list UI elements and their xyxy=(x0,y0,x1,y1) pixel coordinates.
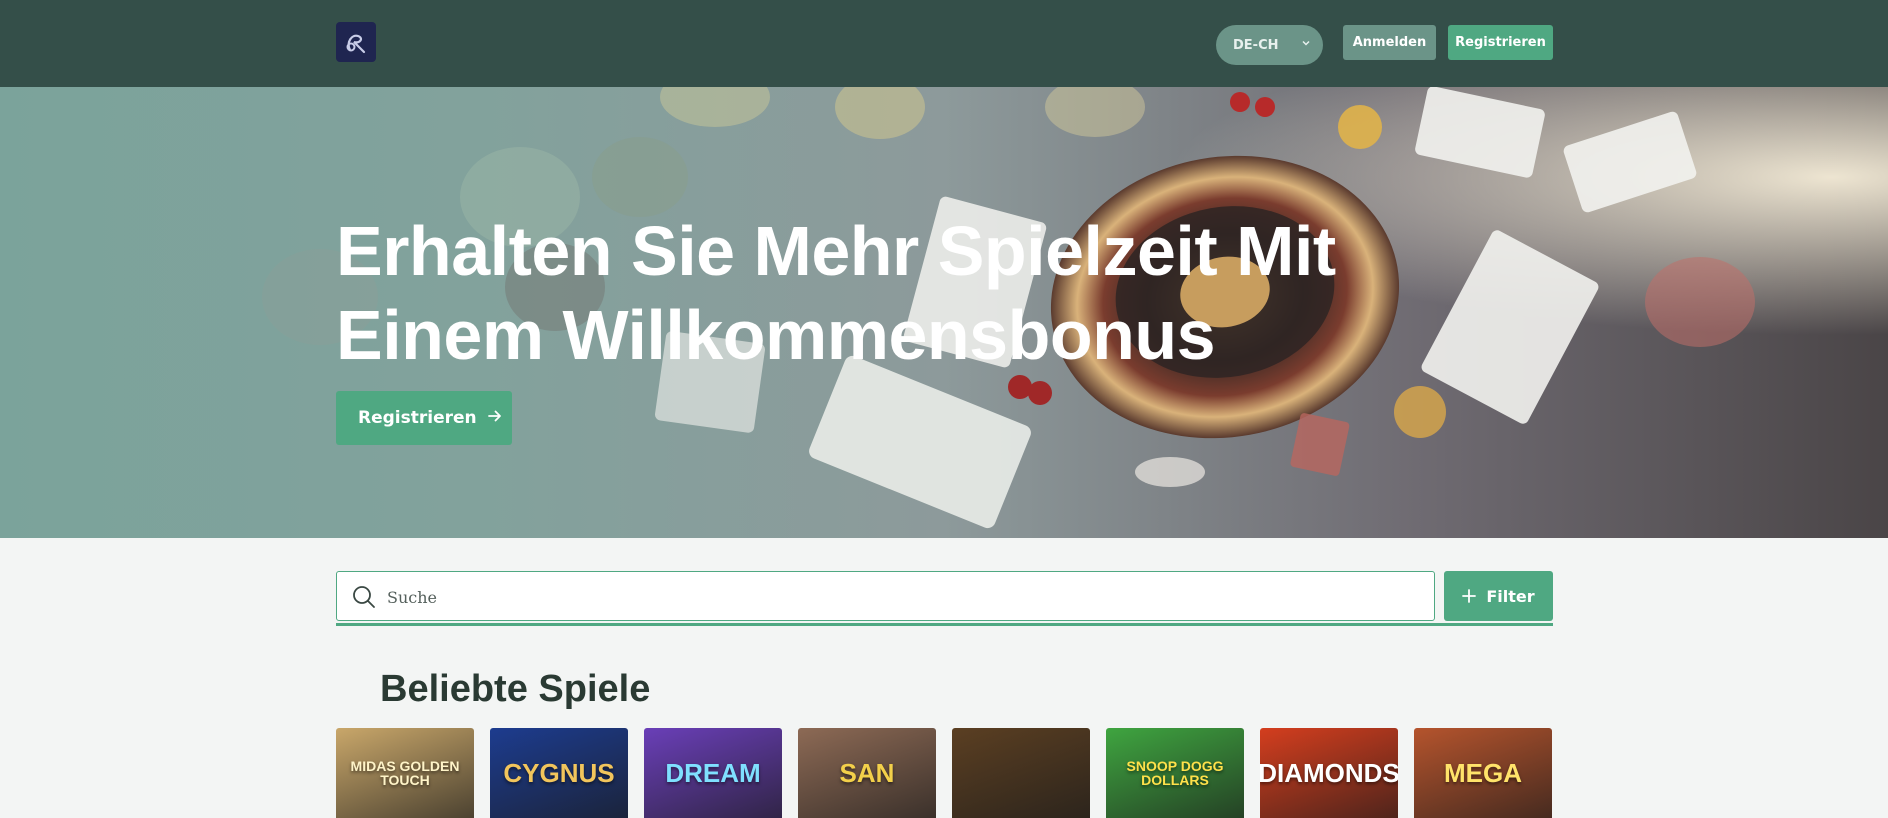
register-button[interactable]: Registrieren xyxy=(1448,25,1553,60)
search-input[interactable] xyxy=(387,585,1387,609)
popular-games-row: MIDAS GOLDEN TOUCH CYGNUS DREAM SAN SNOO… xyxy=(336,728,1553,818)
game-tile[interactable]: SNOOP DOGG DOLLARS xyxy=(1106,728,1244,818)
game-title: CYGNUS xyxy=(503,758,615,788)
game-tile[interactable]: MEGA xyxy=(1414,728,1552,818)
hero-register-button[interactable]: Registrieren xyxy=(336,391,512,445)
language-value: DE-CH xyxy=(1233,37,1279,53)
popular-games-title: Beliebte Spiele xyxy=(380,668,651,710)
language-selector[interactable]: DE-CH xyxy=(1216,25,1323,65)
search-icon xyxy=(351,584,377,614)
search-field[interactable] xyxy=(336,571,1435,621)
login-button[interactable]: Anmelden xyxy=(1343,25,1436,60)
brand-logo-icon[interactable] xyxy=(336,22,376,62)
top-header: DE-CH Anmelden Registrieren xyxy=(0,0,1888,87)
game-title: DIAMONDS xyxy=(1260,758,1398,788)
game-title: SAN xyxy=(839,758,895,788)
game-title: MEGA xyxy=(1444,758,1522,788)
game-tile[interactable]: MIDAS GOLDEN TOUCH xyxy=(336,728,474,818)
search-divider xyxy=(336,623,1553,626)
arrow-right-icon xyxy=(487,408,503,429)
filter-button[interactable]: Filter xyxy=(1444,571,1553,621)
game-tile[interactable]: CYGNUS xyxy=(490,728,628,818)
hero-title-line-2: Einem Willkommensbonus xyxy=(336,296,1216,374)
game-tile[interactable]: SAN xyxy=(798,728,936,818)
hero-title: Erhalten Sie Mehr Spielzeit Mit Einem Wi… xyxy=(336,209,1436,377)
game-title: SNOOP DOGG DOLLARS xyxy=(1126,758,1224,788)
filter-label: Filter xyxy=(1486,586,1535,606)
hero-banner: Erhalten Sie Mehr Spielzeit Mit Einem Wi… xyxy=(0,87,1888,538)
game-tile[interactable]: DIAMONDS xyxy=(1260,728,1398,818)
hero-register-label: Registrieren xyxy=(358,408,477,428)
game-tile[interactable] xyxy=(952,728,1090,818)
plus-icon xyxy=(1462,584,1477,608)
chevron-down-icon xyxy=(1301,37,1311,52)
game-title: MIDAS GOLDEN TOUCH xyxy=(350,758,460,788)
game-tile[interactable]: DREAM xyxy=(644,728,782,818)
game-title: DREAM xyxy=(665,758,761,788)
hero-title-line-1: Erhalten Sie Mehr Spielzeit Mit xyxy=(336,212,1336,290)
